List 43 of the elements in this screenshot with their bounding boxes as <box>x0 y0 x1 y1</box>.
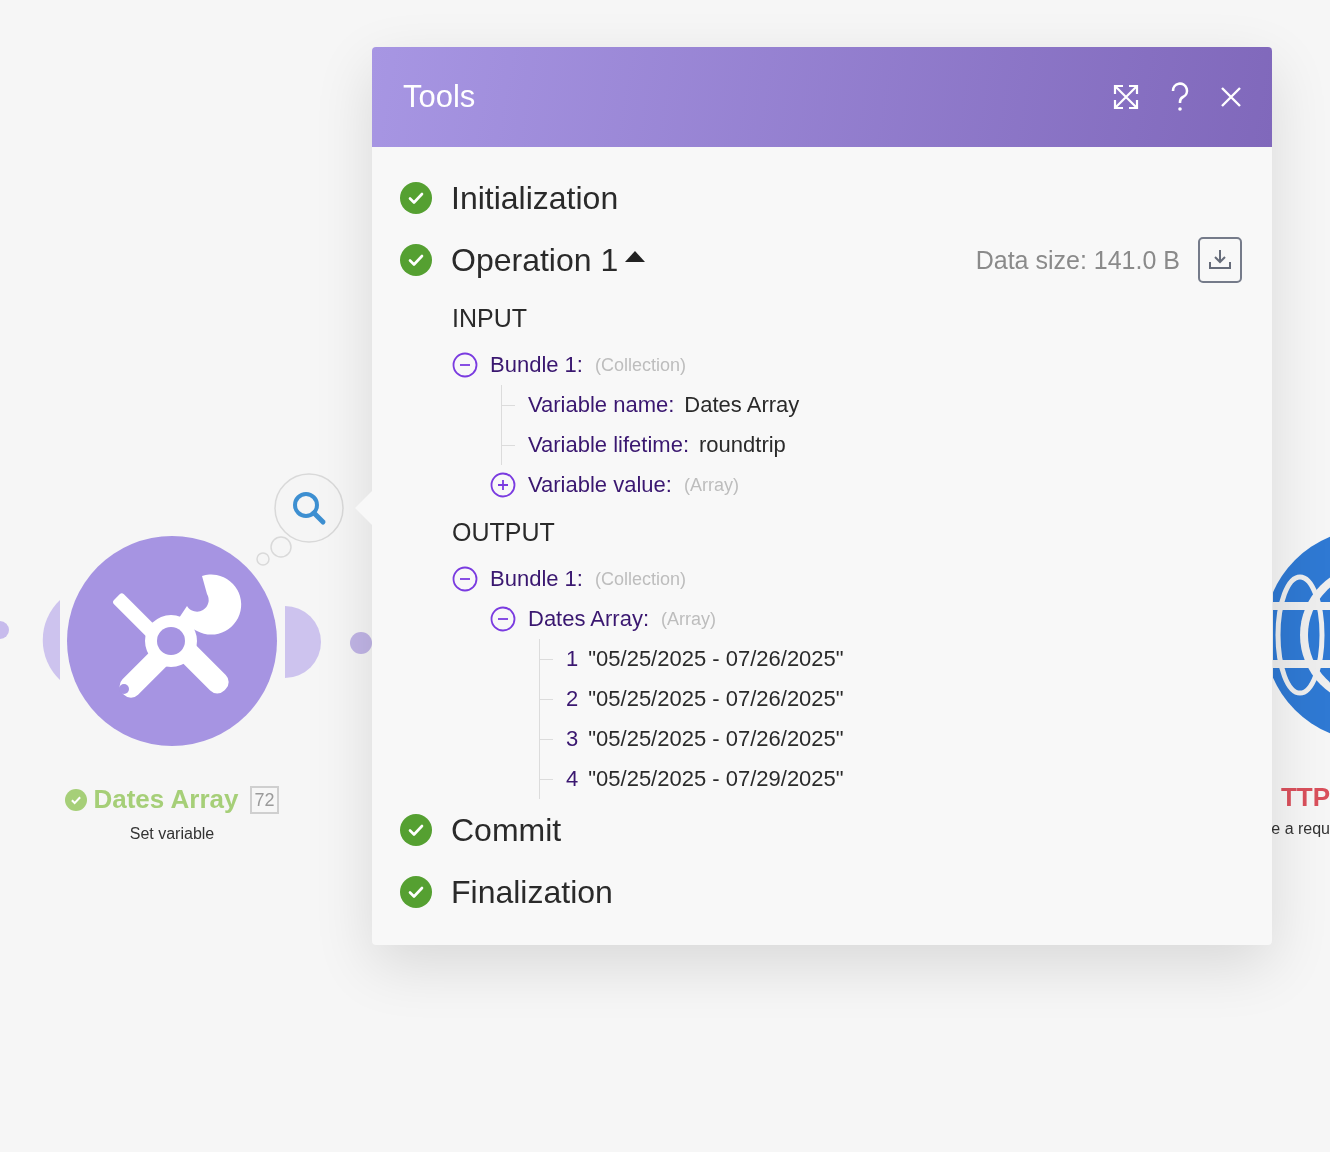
type-label: (Collection) <box>594 568 686 590</box>
panel-title: Tools <box>403 79 477 115</box>
section-heading: INPUT <box>452 302 528 334</box>
type-label: (Array) <box>661 608 717 630</box>
step-label[interactable]: Operation 1 <box>451 241 619 279</box>
tree-key: 2 <box>566 686 579 712</box>
tree-key: Variable value: <box>528 472 672 498</box>
module-subtitle: Set variable <box>128 825 216 843</box>
download-button[interactable] <box>1198 237 1242 283</box>
tree-value: "05/25/2025 - 07/26/2025" <box>588 686 844 712</box>
collapse-icon[interactable] <box>452 566 478 592</box>
collapse-icon[interactable] <box>490 606 516 632</box>
maximize-icon <box>1112 83 1140 111</box>
data-size-label: Data size: 141.0 B <box>975 245 1180 275</box>
tree-value: "05/25/2025 - 07/29/2025" <box>588 766 844 792</box>
module-title[interactable]: TTP <box>1280 782 1330 813</box>
module-subtitle: e a requ <box>1271 820 1330 838</box>
tree-key: 4 <box>566 766 579 792</box>
tree-key: Variable lifetime: <box>528 432 689 458</box>
tree-key: 3 <box>566 726 579 752</box>
tree-key: Dates Array: <box>528 606 650 632</box>
close-icon <box>1220 86 1242 108</box>
tree-key: Bundle 1: <box>490 352 583 378</box>
caret-up-icon[interactable] <box>624 249 647 263</box>
inspect-bubble-drawing[interactable] <box>255 472 345 568</box>
step-label[interactable]: Commit <box>451 811 562 849</box>
collapse-icon[interactable] <box>452 352 478 378</box>
tree-value: Dates Array <box>684 392 800 418</box>
tree-value: "05/25/2025 - 07/26/2025" <box>588 726 844 752</box>
expand-icon[interactable] <box>490 472 516 498</box>
step-label[interactable]: Finalization <box>451 873 613 911</box>
type-label: (Array) <box>683 474 739 496</box>
tree-key: 1 <box>566 646 579 672</box>
tree-key: Bundle 1: <box>490 566 583 592</box>
tree-key: Variable name: <box>528 392 675 418</box>
close-button[interactable] <box>1220 86 1242 108</box>
tree-value: roundtrip <box>699 432 786 458</box>
type-label: (Collection) <box>594 354 686 376</box>
maximize-button[interactable] <box>1112 83 1140 111</box>
section-heading: OUTPUT <box>452 516 556 548</box>
module-id-badge: 72 <box>250 785 279 814</box>
step-label[interactable]: Initialization <box>451 179 619 217</box>
tree-value: "05/25/2025 - 07/26/2025" <box>588 646 844 672</box>
